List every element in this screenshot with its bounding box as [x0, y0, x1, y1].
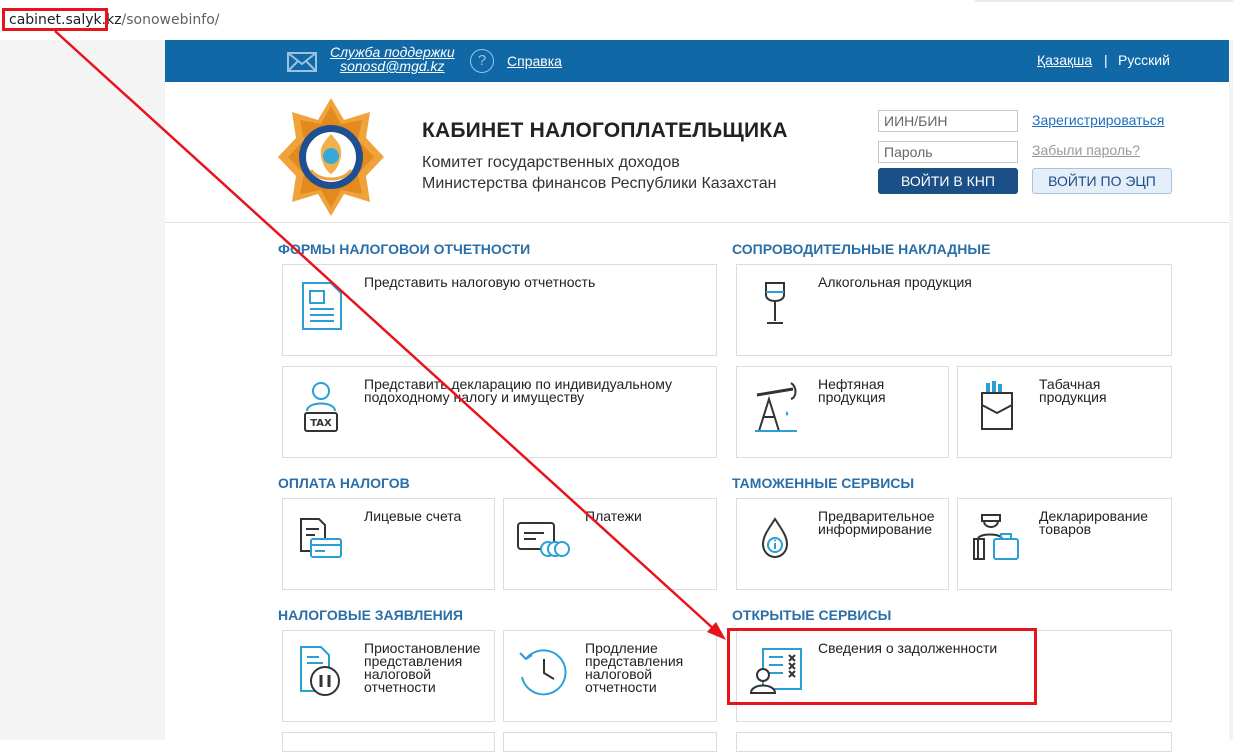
- section-title-waybills: СОПРОВОДИТЕЛЬНЫЕ НАКЛАДНЫЕ: [732, 241, 991, 257]
- lang-russian[interactable]: Русский: [1118, 52, 1170, 68]
- page-subtitle: Комитет государственных доходов Министер…: [422, 152, 776, 194]
- register-link[interactable]: Зарегистрироваться: [1032, 112, 1164, 128]
- card-preliminary[interactable]: Предварительное информирование: [736, 498, 949, 590]
- card-accounts[interactable]: Лицевые счета: [282, 498, 495, 590]
- card-label: Декларирование товаров: [1039, 508, 1149, 537]
- header-divider: [165, 222, 1229, 223]
- oil-pump-icon: [755, 382, 797, 432]
- forgot-password-link[interactable]: Забыли пароль?: [1032, 142, 1140, 158]
- account-card-icon: [300, 518, 342, 558]
- lang-separator: |: [1104, 52, 1108, 68]
- card-suspend-reporting[interactable]: Приостановление представления налоговой …: [282, 630, 495, 722]
- help-icon[interactable]: ?: [470, 49, 494, 73]
- toolbar-edge: [975, 0, 1233, 2]
- customs-officer-luggage-icon: [973, 514, 1019, 560]
- login-ecp-button[interactable]: ВОЙТИ ПО ЭЦП: [1032, 168, 1172, 194]
- wine-glass-icon: [765, 282, 785, 324]
- section-title-customs: ТАМОЖЕННЫЕ СЕРВИСЫ: [732, 475, 915, 491]
- page-margin-right: [1229, 40, 1233, 740]
- top-bar: Служба поддержки sonosd@mgd.kz ? Справка…: [165, 40, 1229, 82]
- info-drop-icon: [761, 517, 789, 559]
- support-label: Служба поддержки: [330, 44, 455, 60]
- cigarette-pack-icon: [981, 381, 1013, 430]
- card-label: Алкогольная продукция: [818, 274, 972, 290]
- card-label: Табачная продукция: [1039, 376, 1107, 405]
- card-label: Лицевые счета: [364, 508, 462, 524]
- page-margin-left: [0, 40, 165, 740]
- card-partial[interactable]: [736, 732, 1172, 752]
- login-knp-button[interactable]: ВОЙТИ В КНП: [878, 168, 1018, 194]
- url-highlight-annotation: [2, 8, 108, 31]
- subtitle-line-2: Министерства финансов Республики Казахст…: [422, 175, 777, 192]
- section-title-tax-forms: ФОРМЫ НАЛОГОВОИ ОТЧЕТНОСТИ: [278, 241, 531, 257]
- pause-document-icon: [300, 646, 340, 696]
- address-bar[interactable]: cabinet.salyk.kz/sonowebinfo/: [0, 0, 1233, 41]
- subtitle-line-1: Комитет государственных доходов: [422, 154, 680, 171]
- card-payments[interactable]: Платежи: [503, 498, 717, 590]
- card-extend-reporting[interactable]: Продление представления налоговой отчетн…: [503, 630, 717, 722]
- card-submit-report[interactable]: Представить налоговую отчетность: [282, 264, 717, 356]
- card-declaration[interactable]: TAX Представить декларацию по индивидуал…: [282, 366, 717, 458]
- page-title: КАБИНЕТ НАЛОГОПЛАТЕЛЬЩИКА: [422, 119, 788, 142]
- kgd-emblem-logo: [278, 98, 384, 216]
- section-title-open-services: ОТКРЫТЫЕ СЕРВИСЫ: [732, 607, 892, 623]
- history-clock-icon: [519, 649, 567, 696]
- card-partial[interactable]: [503, 732, 717, 752]
- section-title-applications: НАЛОГОВЫЕ ЗАЯВЛЕНИЯ: [278, 607, 463, 623]
- section-title-payment: ОПЛАТА НАЛОГОВ: [278, 475, 410, 491]
- url-path: /sonowebinfo/: [121, 12, 220, 28]
- card-label: Предварительное информирование: [818, 508, 935, 537]
- card-tobacco[interactable]: Табачная продукция: [957, 366, 1172, 458]
- card-goods-declaration[interactable]: Декларирование товаров: [957, 498, 1172, 590]
- support-email: sonosd@mgd.kz: [340, 58, 445, 74]
- iin-input[interactable]: [878, 110, 1018, 132]
- debt-highlight-annotation: [727, 628, 1037, 705]
- tax-badge-text: TAX: [310, 418, 332, 429]
- help-link[interactable]: Справка: [507, 53, 562, 69]
- card-oil[interactable]: Нефтяная продукция: [736, 366, 949, 458]
- card-alcohol[interactable]: Алкогольная продукция: [736, 264, 1172, 356]
- support-link[interactable]: Служба поддержки sonosd@mgd.kz: [330, 45, 455, 73]
- card-label: Приостановление представления налоговой …: [364, 640, 481, 695]
- password-input[interactable]: [878, 141, 1018, 163]
- lang-kazakh-link[interactable]: Қазақша: [1037, 52, 1092, 68]
- document-form-icon: [302, 282, 342, 330]
- card-label: Продление представления налоговой отчетн…: [585, 640, 684, 695]
- card-label: Нефтяная продукция: [818, 376, 886, 405]
- card-label: Представить декларацию по индивидуальном…: [364, 376, 672, 405]
- card-label: Платежи: [585, 508, 642, 524]
- payment-card-coins-icon: [517, 522, 570, 557]
- card-label: Представить налоговую отчетность: [364, 274, 596, 290]
- card-partial[interactable]: [282, 732, 495, 752]
- person-tax-icon: TAX: [304, 382, 338, 432]
- mail-icon[interactable]: [287, 52, 317, 72]
